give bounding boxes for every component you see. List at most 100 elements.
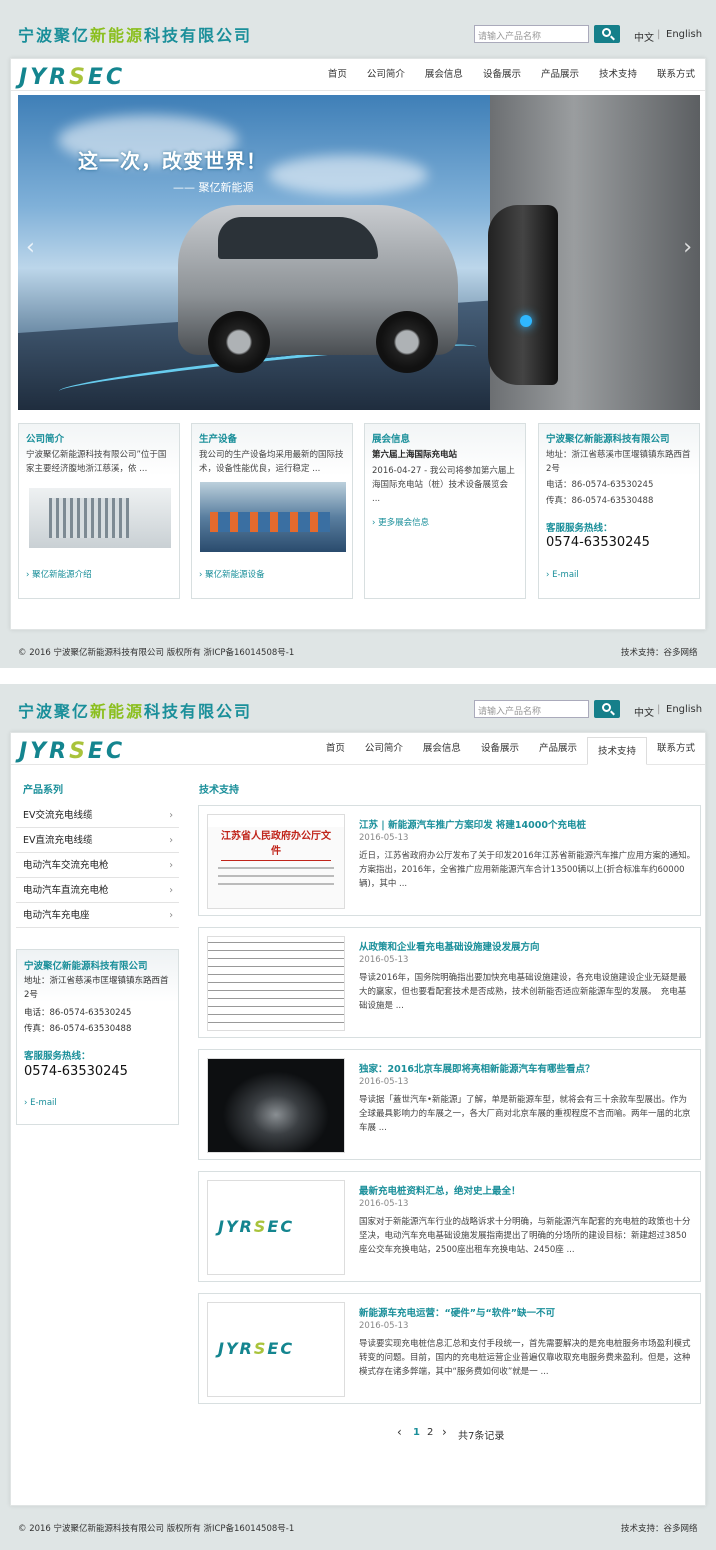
logo-text: S [69,739,88,764]
site-title[interactable]: 宁波聚亿新能源科技有限公司 [18,22,252,46]
logo[interactable]: JYRSEC [19,65,125,90]
nav-expo[interactable]: 展会信息 [413,733,471,765]
title-part: 科技有限公司 [144,26,253,45]
article-date: 2016-05-13 [359,1321,409,1331]
chevron-right-icon: › [169,810,173,821]
logo-text: S [253,1217,268,1236]
footer-credit[interactable]: 技术支持：谷多网络 [621,646,698,658]
menu: 首页 公司简介 展会信息 设备展示 产品展示 技术支持 联系方式 [316,733,705,765]
banner-subtitle: —— 聚亿新能源 [173,181,254,194]
article-title[interactable]: 独家：2016北京车展即将亮相新能源汽车有哪些看点？ [359,1061,594,1075]
pager-page-2[interactable]: 2 [427,1427,433,1438]
nav-products[interactable]: 产品展示 [531,59,589,91]
email-label: E-mail [30,1098,57,1108]
article-item[interactable]: 江苏省人民政府办公厅文件 江苏 | 新能源汽车推广方案印发 将建14000个充电… [198,805,701,916]
nav-about[interactable]: 公司简介 [357,59,415,91]
cloud [268,155,428,195]
more-link-label: 聚亿新能源设备 [205,570,265,580]
logo[interactable]: JYRSEC [19,739,125,764]
logo-image: JYRSEC [218,1339,294,1358]
nav-products[interactable]: 产品展示 [529,733,587,765]
screenshot-separator [0,668,716,684]
lang-chinese[interactable]: 中文 [634,29,654,44]
header: 宁波聚亿新能源科技有限公司 请输入产品名称 中文 | English [0,0,716,58]
article-title[interactable]: 新能源车充电运营：“硬件”与“软件”缺一不可 [359,1305,555,1319]
pager-prev[interactable]: ‹ [397,1425,402,1439]
search-button[interactable] [594,700,620,718]
article-thumbnail[interactable] [207,1058,345,1153]
logo-text: EC [267,1339,295,1358]
article-item[interactable]: 独家：2016北京车展即将亮相新能源汽车有哪些看点？ 2016-05-13 导读… [198,1049,701,1160]
article-thumbnail[interactable]: JYRSEC [207,1302,345,1397]
search-icon [602,28,611,37]
expo-headline[interactable]: 第六届上海国际充电站 [372,448,518,462]
article-thumbnail[interactable]: 江苏省人民政府办公厅文件 [207,814,345,909]
article-title[interactable]: 从政策和企业看充电基础设施建设发展方向 [359,939,540,953]
doc-line [218,867,334,869]
site-title[interactable]: 宁波聚亿新能源科技有限公司 [18,698,252,722]
title-highlight: 新能源 [90,26,145,45]
sidebar-item-socket[interactable]: 电动汽车充电座 › [16,903,179,928]
logo-text: JYR [218,1217,254,1236]
box-title[interactable]: 生产设备 [199,431,237,445]
lang-chinese[interactable]: 中文 [634,704,654,719]
hero-banner[interactable]: 这一次，改变世界！ —— 聚亿新能源 ‹ › [18,95,700,410]
nav-contact[interactable]: 联系方式 [647,733,705,765]
nav-home[interactable]: 首页 [316,733,355,765]
article-excerpt: 导读2016年，国务院明确指出要加快充电基础设施建设，各充电设施建设企业无疑是最… [359,973,687,1011]
nav-home[interactable]: 首页 [318,59,357,91]
search-input[interactable]: 请输入产品名称 [474,25,589,43]
article-item[interactable]: 从政策和企业看充电基础设施建设发展方向 2016-05-13 导读2016年，国… [198,927,701,1038]
article-date: 2016-05-13 [359,833,409,843]
article-thumbnail[interactable]: JYRSEC [207,1180,345,1275]
nav-expo[interactable]: 展会信息 [415,59,473,91]
nav-equipment[interactable]: 设备展示 [471,733,529,765]
sidebar-item-label: 电动汽车交流充电枪 [23,860,109,871]
pager-page-1[interactable]: 1 [413,1427,420,1438]
search-input[interactable]: 请输入产品名称 [474,700,589,718]
footer-copyright: © 2016 宁波聚亿新能源科技有限公司 版权所有 浙ICP备16014508号… [18,648,295,658]
logo-text: S [253,1339,268,1358]
chevron-right-icon: › [169,910,173,921]
footer-credit[interactable]: 技术支持：谷多网络 [621,1522,698,1534]
nav-about[interactable]: 公司简介 [355,733,413,765]
search-button[interactable] [594,25,620,43]
support-page: 宁波聚亿新能源科技有限公司 请输入产品名称 中文 | English JYRSE… [0,684,716,1550]
email-link[interactable]: › E-mail [546,570,579,580]
nav-equipment[interactable]: 设备展示 [473,59,531,91]
chevron-right-icon[interactable]: › [683,235,692,260]
email-link[interactable]: › E-mail [24,1098,57,1108]
box-title[interactable]: 展会信息 [372,431,410,445]
more-link-label: 更多展会信息 [378,518,430,528]
nav-support[interactable]: 技术支持 [586,737,647,765]
box-title[interactable]: 公司简介 [26,431,64,445]
more-link[interactable]: › 聚亿新能源设备 [199,568,265,580]
chevron-left-icon[interactable]: ‹ [26,235,35,260]
sidebar-item-ev-dc-cable[interactable]: EV直流充电线缆 › [16,828,179,853]
lang-english[interactable]: English [666,29,702,40]
logo-text: EC [87,739,126,764]
logo-text: EC [87,65,126,90]
contact-company: 宁波聚亿新能源科技有限公司 [546,434,670,445]
more-link[interactable]: › 更多展会信息 [372,516,429,528]
title-part: 宁波聚亿 [18,702,91,721]
article-thumbnail[interactable] [207,936,345,1031]
article-item[interactable]: JYRSEC 最新充电桩资料汇总，绝对史上最全！ 2016-05-13 国家对于… [198,1171,701,1282]
article-item[interactable]: JYRSEC 新能源车充电运营：“硬件”与“软件”缺一不可 2016-05-13… [198,1293,701,1404]
sidebar-item-dc-gun[interactable]: 电动汽车直流充电枪 › [16,878,179,903]
box-about: 公司简介 宁波聚亿新能源科技有限公司”位于国家主要经济腹地浙江慈溪，依 ... … [18,423,180,599]
lang-english[interactable]: English [666,704,702,715]
article-excerpt: 近日，江苏省政府办公厅发布了关于印发2016年江苏省新能源汽车推广应用方案的通知… [359,851,700,889]
pager-next[interactable]: › [442,1425,447,1439]
box-contact: 宁波聚亿新能源科技有限公司 地址：浙江省慈溪市匡堰镇镇东路西首2号 电话：86-… [538,423,700,599]
car-wheel [376,311,438,373]
sidebar-item-ev-ac-cable[interactable]: EV交流充电线缆 › [16,803,179,828]
main-panel: JYRSEC 首页 公司简介 展会信息 设备展示 产品展示 技术支持 联系方式 … [10,58,706,630]
logo-text: JYR [19,65,70,90]
article-title[interactable]: 江苏 | 新能源汽车推广方案印发 将建14000个充电桩 [359,817,586,831]
nav-contact[interactable]: 联系方式 [647,59,705,91]
article-title[interactable]: 最新充电桩资料汇总，绝对史上最全！ [359,1183,521,1197]
sidebar-item-ac-gun[interactable]: 电动汽车交流充电枪 › [16,853,179,878]
more-link[interactable]: › 聚亿新能源介绍 [26,568,92,580]
nav-support[interactable]: 技术支持 [589,59,647,91]
